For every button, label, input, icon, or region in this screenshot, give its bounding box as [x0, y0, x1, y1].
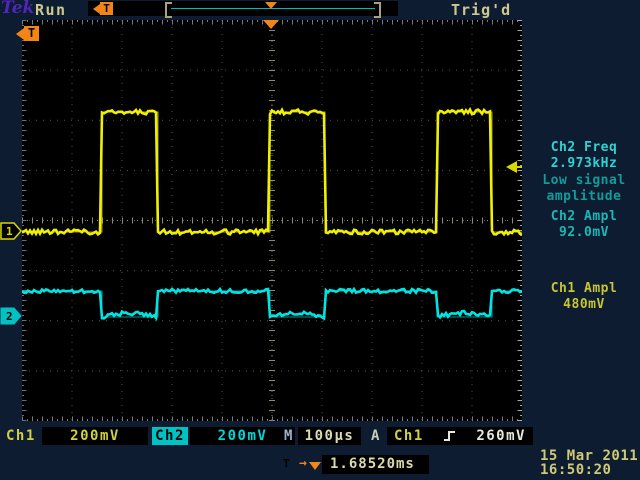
horizontal-position-readout: 1.68520ms	[322, 455, 429, 474]
record-view-strip: T	[88, 1, 398, 16]
trigger-t-icon: T	[100, 2, 113, 15]
oscilloscope-screen: Tek Run T Trig'd T 1 2 Ch2 Freq	[0, 0, 640, 480]
warning-line: amplitude	[528, 189, 640, 205]
svg-text:2: 2	[6, 310, 13, 323]
date-text: 15 Mar 2011	[540, 449, 638, 463]
measurement-ch1-ampl: Ch1 Ampl 480mV	[528, 281, 640, 313]
trigger-status: Trig'd	[451, 1, 511, 19]
trigger-menu-label: A	[371, 428, 381, 444]
trigger-readout: Ch1 260mV	[387, 427, 533, 445]
left-arrow-icon	[93, 4, 100, 14]
measurement-value: 480mV	[528, 297, 640, 313]
record-view-bracket	[165, 2, 381, 14]
trigger-t-icon: T	[24, 26, 39, 41]
trigger-source: Ch1	[394, 428, 424, 444]
graticule	[22, 20, 522, 421]
trigger-position-marker-icon	[263, 20, 279, 29]
datetime-readout: 15 Mar 2011 16:50:20	[540, 449, 638, 477]
timebase-readout: 100µs	[298, 427, 361, 445]
measurement-warning: Low signal amplitude	[528, 173, 640, 205]
tek-logo: Tek	[1, 0, 34, 18]
waveform-display	[22, 20, 522, 421]
trigger-level-arrow-icon	[505, 160, 523, 174]
acquisition-status: Run	[35, 1, 67, 19]
left-arrow-icon	[16, 28, 24, 40]
timebase-label: M	[284, 428, 294, 444]
ch1-label: Ch1	[6, 428, 36, 444]
measurement-ch2-ampl: Ch2 Ampl 92.0mV	[528, 209, 640, 241]
ch1-scale-readout: 200mV	[42, 427, 148, 445]
ch2-label: Ch2	[152, 427, 188, 445]
channel-1-marker: 1	[0, 222, 23, 240]
measurement-label: Ch1 Ampl	[528, 281, 640, 297]
svg-text:1: 1	[6, 225, 13, 238]
measurement-ch2-freq: Ch2 Freq 2.973kHz	[528, 140, 640, 172]
trigger-t-icon: T	[283, 457, 297, 471]
bracket-right	[374, 2, 381, 18]
trigger-record-marker-icon: T	[93, 2, 113, 15]
rising-slope-icon	[443, 429, 458, 443]
right-arrow-icon: →	[299, 457, 307, 471]
measurement-label: Ch2 Freq	[528, 140, 640, 156]
measurement-value: 92.0mV	[528, 225, 640, 241]
horizontal-position-marker: T →	[283, 457, 321, 471]
ch2-scale-readout: 200mV	[190, 427, 295, 445]
measurement-value: 2.973kHz	[528, 156, 640, 172]
triangle-down-icon	[309, 462, 321, 470]
warning-line: Low signal	[528, 173, 640, 189]
trigger-time-marker-icon: T	[16, 26, 39, 41]
time-text: 16:50:20	[540, 463, 638, 477]
measurement-label: Ch2 Ampl	[528, 209, 640, 225]
bracket-left	[165, 2, 172, 18]
channel-2-marker: 2	[0, 307, 23, 325]
trigger-position-record-icon	[265, 2, 277, 9]
trigger-level: 260mV	[476, 428, 526, 444]
